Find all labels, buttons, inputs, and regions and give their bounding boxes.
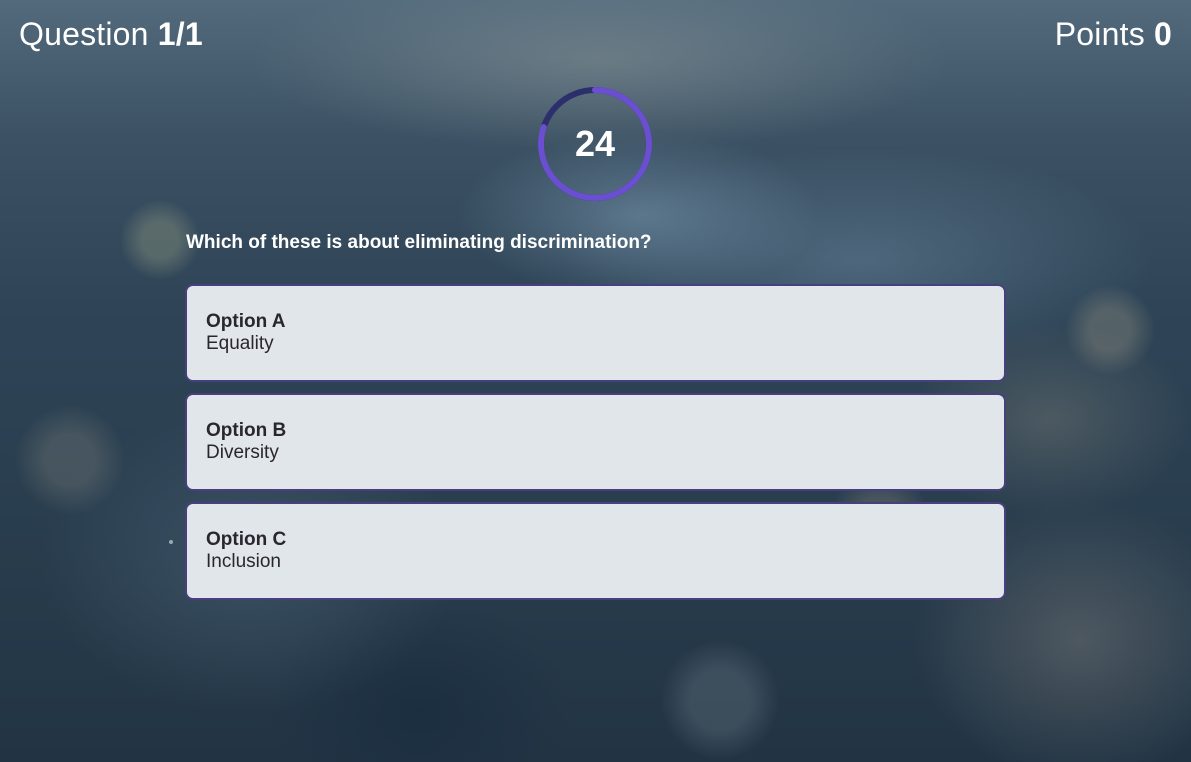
- quiz-screen: Question 1/1 Points 0 24 Which of these …: [0, 0, 1191, 762]
- question-text: Which of these is about eliminating disc…: [186, 232, 652, 253]
- answer-options: Option A Equality Option B Diversity Opt…: [185, 284, 1006, 611]
- question-counter-value: 1/1: [157, 16, 203, 52]
- option-b-label: Option B: [206, 420, 287, 441]
- option-a-label: Option A: [206, 311, 286, 332]
- background-dot: [169, 540, 173, 544]
- points-display: Points 0: [1055, 14, 1172, 54]
- points-label: Points: [1054, 16, 1145, 52]
- timer-seconds: 24: [574, 123, 616, 164]
- option-c-text: Inclusion: [206, 551, 281, 572]
- points-value: 0: [1154, 16, 1172, 52]
- option-c-label: Option C: [206, 529, 287, 550]
- option-a-text: Equality: [206, 333, 274, 354]
- question-label: Question: [19, 16, 149, 52]
- option-a-button[interactable]: Option A Equality: [185, 284, 1006, 382]
- option-c-button[interactable]: Option C Inclusion: [185, 502, 1006, 600]
- question-counter: Question 1/1: [19, 14, 203, 54]
- option-b-text: Diversity: [206, 442, 279, 463]
- option-b-button[interactable]: Option B Diversity: [185, 393, 1006, 491]
- countdown-timer: 24: [537, 86, 653, 202]
